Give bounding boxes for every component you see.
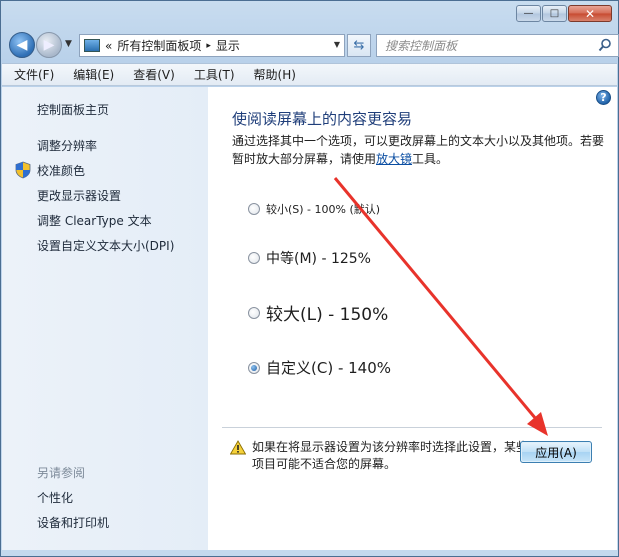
menu-edit[interactable]: 编辑(E) [73, 66, 114, 83]
address-bar[interactable]: « 所有控制面板项 ▸ 显示 ▼ [79, 34, 345, 57]
navigation-row: ◀ ▶ ▼ « 所有控制面板项 ▸ 显示 ▼ ⇆ 搜索控制面板 [7, 31, 619, 59]
menu-view[interactable]: 查看(V) [133, 66, 175, 83]
radio-medium[interactable] [248, 252, 260, 264]
refresh-icon: ⇆ [353, 38, 365, 53]
option-smaller[interactable]: 较小(S) - 100% (默认) [248, 201, 380, 217]
arrow-left-icon: ◀ [16, 37, 28, 53]
menu-help[interactable]: 帮助(H) [254, 66, 296, 83]
arrow-right-icon: ▶ [43, 37, 55, 53]
sidebar-item-adjust-resolution[interactable]: 调整分辨率 [37, 137, 97, 154]
sidebar-item-control-panel-home[interactable]: 控制面板主页 [37, 101, 109, 118]
option-larger-label: 较大(L) - 150% [266, 305, 389, 325]
divider [222, 427, 602, 428]
radio-smaller[interactable] [248, 203, 260, 215]
apply-button[interactable]: 应用(A) [520, 441, 592, 463]
radio-custom[interactable] [248, 361, 260, 374]
option-larger[interactable]: 较大(L) - 150% [248, 300, 388, 325]
see-also-heading: 另请参阅 [37, 466, 86, 480]
menu-tools[interactable]: 工具(T) [194, 66, 235, 83]
option-medium[interactable]: 中等(M) - 125% [248, 248, 371, 268]
warning-text: 如果在将显示器设置为该分辨率时选择此设置，某些项目可能不适合您的屏幕。 [252, 440, 529, 471]
sidebar-item-custom-dpi[interactable]: 设置自定义文本大小(DPI) [37, 237, 174, 254]
caption-buttons: — □ ✕ [516, 5, 612, 22]
radio-larger[interactable] [248, 306, 260, 319]
main-content: ? 使阅读屏幕上的内容更容易 通过选择其中一个选项，可以更改屏幕上的文本大小以及… [208, 87, 617, 550]
option-custom-label: 自定义(C) - 140% [266, 359, 392, 377]
page-description: 通过选择其中一个选项，可以更改屏幕上的文本大小以及其他项。若要暂时放大部分屏幕，… [232, 132, 608, 168]
address-overflow[interactable]: « [105, 39, 112, 53]
maximize-button[interactable]: □ [542, 5, 567, 22]
sidebar-item-devices-printers[interactable]: 设备和打印机 [37, 514, 109, 531]
recent-pages-dropdown-icon[interactable]: ▼ [65, 39, 72, 49]
sidebar-item-adjust-cleartype[interactable]: 调整 ClearType 文本 [37, 212, 152, 229]
option-smaller-label: 较小(S) - 100% (默认) [266, 203, 381, 216]
forward-button[interactable]: ▶ [36, 32, 62, 58]
sidebar-item-change-display-settings[interactable]: 更改显示器设置 [37, 187, 121, 204]
warning-icon [230, 440, 246, 455]
back-button[interactable]: ◀ [9, 32, 35, 58]
help-icon[interactable]: ? [596, 90, 611, 105]
monitor-icon [84, 39, 100, 52]
menu-file[interactable]: 文件(F) [14, 66, 54, 83]
breadcrumb-root[interactable]: 所有控制面板项 [117, 37, 201, 54]
option-medium-label: 中等(M) - 125% [266, 251, 371, 267]
menu-bar: 文件(F) 编辑(E) 查看(V) 工具(T) 帮助(H) [2, 63, 617, 86]
warning-message: 如果在将显示器设置为该分辨率时选择此设置，某些项目可能不适合您的屏幕。 [230, 439, 532, 473]
minimize-button[interactable]: — [516, 5, 541, 22]
description-text-end: 工具。 [412, 152, 449, 166]
search-placeholder: 搜索控制面板 [385, 39, 458, 53]
search-icon[interactable] [598, 38, 612, 52]
refresh-button[interactable]: ⇆ [347, 34, 371, 57]
page-title: 使阅读屏幕上的内容更容易 [232, 110, 413, 128]
close-button[interactable]: ✕ [568, 5, 612, 22]
breadcrumb-separator[interactable]: ▸ [206, 41, 211, 51]
control-panel-window: — □ ✕ ◀ ▶ ▼ « 所有控制面板项 ▸ 显示 ▼ ⇆ 搜索控制面板 文件… [0, 0, 619, 557]
search-input[interactable]: 搜索控制面板 [376, 34, 619, 57]
address-dropdown-icon[interactable]: ▼ [334, 40, 340, 49]
sidebar-item-personalization[interactable]: 个性化 [37, 489, 73, 506]
sidebar-item-calibrate-color[interactable]: 校准颜色 [37, 162, 85, 179]
sidebar: 控制面板主页 调整分辨率 校准颜色 更改显示器设置 调整 ClearType 文… [2, 87, 208, 550]
magnifier-link[interactable]: 放大镜 [376, 152, 412, 166]
uac-shield-icon [15, 161, 31, 179]
option-custom[interactable]: 自定义(C) - 140% [248, 357, 391, 378]
breadcrumb-current[interactable]: 显示 [216, 37, 240, 54]
